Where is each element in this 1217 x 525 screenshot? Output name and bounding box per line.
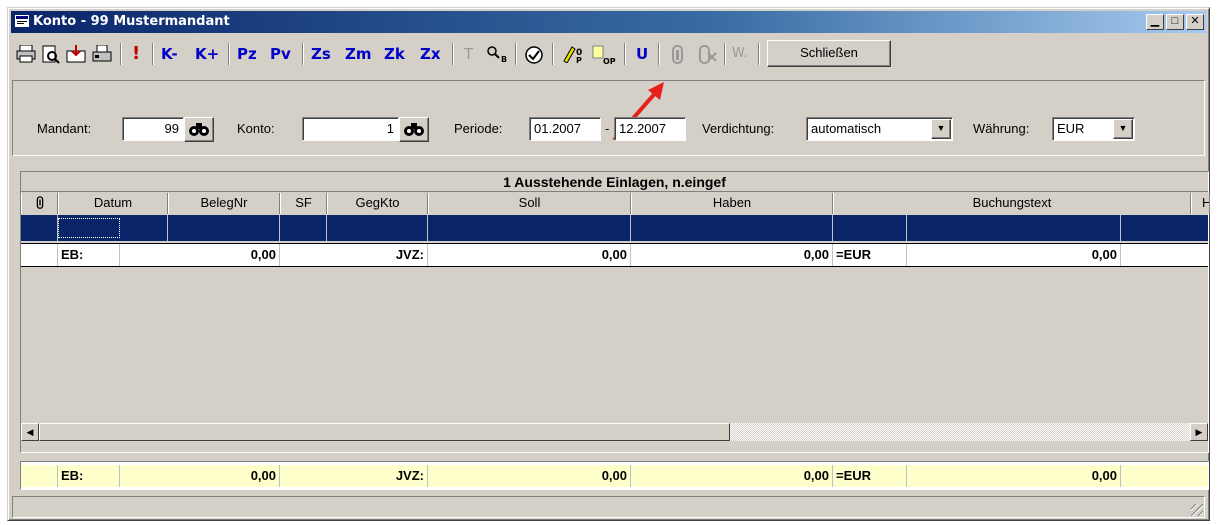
pz-button[interactable]: Pz [237,41,257,67]
svg-text:P: P [576,56,582,63]
chevron-down-icon[interactable]: ▼ [1113,119,1133,139]
footer-jvz-label: JVZ: [280,465,428,487]
focus-cell[interactable] [58,218,120,238]
verdichtung-label: Verdichtung: [702,121,775,136]
minimize-button[interactable]: ▁ [1146,14,1164,30]
grid-title: 1 Ausstehende Einlagen, n.eingef [21,172,1208,192]
konto-prev-button[interactable]: K- [161,41,178,67]
column-header-soll[interactable]: Soll [428,193,631,214]
op-list-icon[interactable]: OP [592,45,618,65]
pv-button[interactable]: Pv [270,41,291,67]
toolbar: ! K- K+ Pz Pv Zs Zm Zk Zx T B 0P OP U W.… [12,37,1205,71]
eb-value: 0,00 [120,244,280,266]
footer-soll: 0,00 [428,465,631,487]
resize-grip-icon[interactable] [1191,504,1203,516]
soll-sum: 0,00 [428,244,631,266]
scroll-left-icon[interactable]: ◀ [21,423,39,441]
print-setup-icon[interactable] [92,45,112,63]
attachment-disabled-icon[interactable] [668,45,688,65]
konto-search-button[interactable] [399,117,429,142]
konto-label: Konto: [237,121,275,136]
mandant-field[interactable]: 99 [122,117,184,141]
footer-currency: =EUR [833,465,907,487]
footer-eb-label: EB: [58,465,120,487]
footer-row: EB: 0,00 JVZ: 0,00 0,00 =EUR 0,00 [21,465,1208,487]
ok-stamp-icon[interactable] [524,45,544,65]
app-icon [15,15,29,27]
maximize-button[interactable]: □ [1166,14,1184,30]
horizontal-scrollbar[interactable]: ◀ ▶ [21,423,1208,441]
eb-label: EB: [58,244,120,266]
close-window-button[interactable]: ✕ [1186,14,1204,30]
op-edit-icon[interactable]: 0P [562,45,586,63]
column-header-h[interactable]: H [1191,193,1210,214]
zk-button[interactable]: Zk [384,41,405,67]
window-title: Konto - 99 Mustermandant [33,14,230,29]
print-preview-icon[interactable] [42,45,60,64]
svg-text:OP: OP [603,57,616,65]
scroll-right-icon[interactable]: ▶ [1190,423,1208,441]
column-header-sf[interactable]: SF [280,193,327,214]
mandant-search-button[interactable] [184,117,214,142]
grid-header-row: Datum BelegNr SF GegKto Soll Haben Buchu… [21,193,1210,214]
footer-totals: EB: 0,00 JVZ: 0,00 0,00 =EUR 0,00 [20,461,1209,490]
zm-button[interactable]: Zm [345,41,372,67]
t-button[interactable]: T [464,41,473,67]
column-header-gegkto[interactable]: GegKto [327,193,428,214]
booking-grid: 1 Ausstehende Einlagen, n.eingef Datum B… [20,171,1210,453]
column-header-buchungstext[interactable]: Buchungstext [833,193,1191,214]
paperclip-icon[interactable] [21,193,58,214]
binoculars-icon [404,123,424,136]
footer-haben: 0,00 [631,465,833,487]
column-header-datum[interactable]: Datum [58,193,168,214]
currency-label: =EUR [833,244,907,266]
print-icon[interactable] [16,45,36,63]
konto-field[interactable]: 1 [302,117,399,141]
footer-eb-value: 0,00 [120,465,280,487]
periode-label: Periode: [454,121,503,136]
haben-sum: 0,00 [631,244,833,266]
status-bar [12,496,1205,518]
zx-button[interactable]: Zx [420,41,441,67]
konto-next-button[interactable]: K+ [195,41,219,67]
column-header-haben[interactable]: Haben [631,193,833,214]
jvz-label: JVZ: [280,244,428,266]
column-header-belegnr[interactable]: BelegNr [168,193,280,214]
footer-total: 0,00 [907,465,1121,487]
title-bar[interactable]: Konto - 99 Mustermandant ▁ □ ✕ [11,11,1206,33]
scroll-thumb[interactable] [39,423,730,441]
chevron-down-icon[interactable]: ▼ [931,119,951,139]
close-button[interactable]: Schließen [767,40,891,67]
konto-window: Konto - 99 Mustermandant ▁ □ ✕ ! K- K+ P… [7,7,1210,521]
alert-icon[interactable]: ! [132,41,140,67]
total-value: 0,00 [907,244,1121,266]
selected-row[interactable] [21,215,1208,241]
filter-bar: Mandant: 99 Konto: 1 Periode: 01.2007 - … [12,80,1205,156]
periode-separator: - [605,121,610,136]
mandant-label: Mandant: [37,121,92,136]
periode-to-field[interactable]: 12.2007 [614,117,686,141]
periode-from-field[interactable]: 01.2007 [529,117,601,141]
search-b-icon[interactable]: B [486,45,508,63]
svg-text:B: B [501,55,507,63]
w-button[interactable]: W. [732,41,748,67]
export-icon[interactable] [66,45,86,63]
waehrung-label: Währung: [973,121,1030,136]
u-button[interactable]: U [636,41,648,67]
summary-row: EB: 0,00 JVZ: 0,00 0,00 =EUR 0,00 [21,243,1208,267]
binoculars-icon [189,123,209,136]
attachment-remove-disabled-icon[interactable] [696,45,718,65]
zs-button[interactable]: Zs [311,41,331,67]
